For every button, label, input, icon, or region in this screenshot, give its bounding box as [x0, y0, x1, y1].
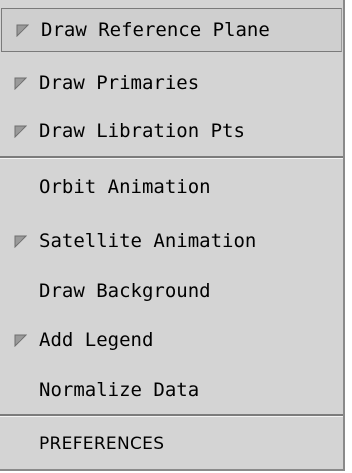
checkmark-icon: [14, 334, 27, 347]
menu-item-label: Draw Background: [39, 280, 211, 302]
menu-separator: [0, 414, 343, 417]
checkmark-icon: [14, 235, 27, 248]
menu-item-draw-primaries[interactable]: Draw Primaries: [0, 61, 343, 105]
menu-item-label: Add Legend: [39, 329, 154, 351]
checkmark-icon: [14, 125, 27, 138]
menu-item-draw-reference-plane[interactable]: Draw Reference Plane: [1, 8, 342, 52]
menu-item-label: Draw Libration Pts: [39, 120, 245, 142]
menu-item-normalize-data[interactable]: Normalize Data: [0, 368, 343, 412]
menu-item-label: Normalize Data: [39, 379, 200, 401]
menu-item-draw-libration-pts[interactable]: Draw Libration Pts: [0, 109, 343, 153]
menu-separator: [0, 156, 343, 159]
menu-item-label: Orbit Animation: [39, 176, 211, 198]
menu-item-satellite-animation[interactable]: Satellite Animation: [0, 219, 343, 263]
menu-item-label: PREFERENCES: [39, 434, 165, 454]
menu-item-add-legend[interactable]: Add Legend: [0, 318, 343, 362]
menu-item-draw-background[interactable]: Draw Background: [0, 269, 343, 313]
options-menu: Draw Reference Plane Draw Primaries Draw…: [0, 0, 345, 471]
menu-item-preferences[interactable]: PREFERENCES: [0, 422, 343, 466]
menu-item-label: Draw Primaries: [39, 72, 200, 94]
menu-item-orbit-animation[interactable]: Orbit Animation: [0, 165, 343, 209]
menu-item-label: Draw Reference Plane: [41, 19, 270, 41]
checkmark-icon: [14, 77, 27, 90]
menu-item-label: Satellite Animation: [39, 230, 257, 252]
checkmark-icon: [16, 24, 29, 37]
